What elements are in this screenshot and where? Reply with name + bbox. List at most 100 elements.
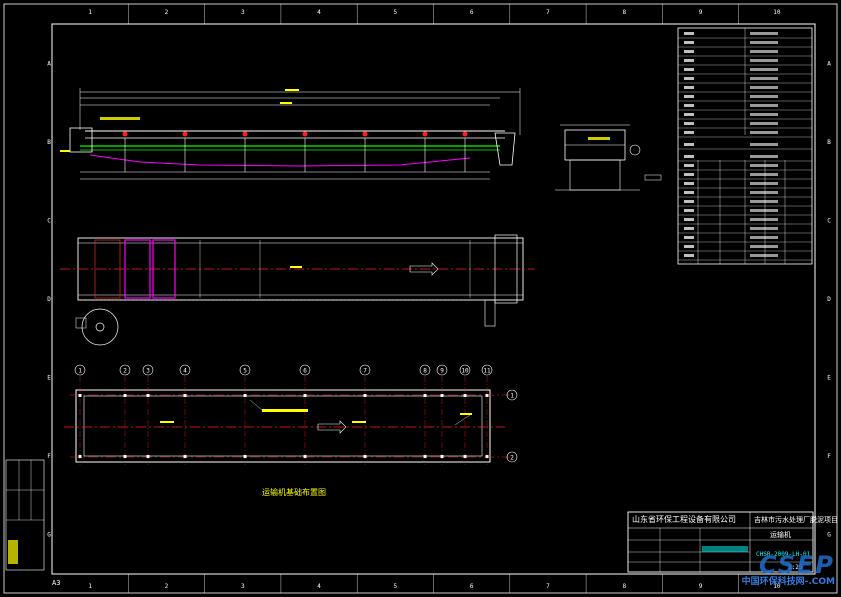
- anchor-bolt: [183, 394, 187, 397]
- table-cell-mark: [750, 173, 778, 176]
- grid-number-top: 4: [317, 9, 321, 16]
- table-cell-mark: [750, 104, 778, 107]
- table-cell-mark: [684, 95, 694, 98]
- table-cell-mark: [750, 227, 778, 230]
- grid-letter-right: C: [827, 217, 831, 224]
- table-cell-mark: [750, 209, 778, 212]
- table-cell-mark: [684, 191, 694, 194]
- table-cell-mark: [684, 173, 694, 176]
- table-cell-mark: [684, 209, 694, 212]
- sheet-size: A3: [52, 579, 61, 587]
- table-cell-mark: [684, 59, 694, 62]
- grid-letter-left: E: [47, 375, 51, 382]
- foundation-plan: 1 2 3 4 5 6 7 8 9 10 1112: [64, 364, 518, 465]
- table-cell-mark: [750, 77, 778, 80]
- table-cell-mark: [684, 68, 694, 71]
- anchor-bolt: [123, 394, 127, 397]
- anchor-bolt: [485, 455, 489, 458]
- plan-axis-label: 11: [483, 368, 491, 375]
- watermark-logo: CSEP: [758, 551, 835, 579]
- plan-axis-label: 4: [183, 368, 187, 375]
- table-cell-mark: [684, 218, 694, 221]
- table-cell-mark: [750, 41, 778, 44]
- table-cell-mark: [750, 86, 778, 89]
- table-cell-mark: [750, 143, 778, 146]
- table-cell-mark: [750, 113, 778, 116]
- table-cell-mark: [684, 227, 694, 230]
- table-cell-mark: [684, 245, 694, 248]
- table-cell-mark: [684, 236, 694, 239]
- parameter-table: [677, 27, 813, 265]
- table-cell-mark: [684, 113, 694, 116]
- table-cell-mark: [684, 254, 694, 257]
- table-cell-mark: [684, 131, 694, 134]
- table-cell-mark: [750, 59, 778, 62]
- table-cell-mark: [684, 200, 694, 203]
- grid-number-bottom: 4: [317, 583, 321, 590]
- bottom-grid-labels: 1 2 3 4 5 6 7 8 9 10: [88, 574, 781, 593]
- anchor-bolt: [303, 455, 307, 458]
- anchor-bolt: [440, 394, 444, 397]
- right-grid-labels: A B C D E F G: [827, 60, 831, 538]
- grid-number-top: 2: [165, 9, 169, 16]
- anchor-bolt: [243, 455, 247, 458]
- grid-number-top: 6: [470, 9, 474, 16]
- table-cell-mark: [684, 77, 694, 80]
- plan-axis-label: 6: [303, 368, 307, 375]
- anchor-bolt: [146, 455, 150, 458]
- anchor-bolt: [303, 394, 307, 397]
- table-cell-mark: [684, 143, 694, 146]
- watermark: CSEP 中国环保科技网-.COM: [742, 553, 835, 587]
- plan-row-label: 1: [510, 393, 514, 400]
- anchor-bolt: [146, 394, 150, 397]
- table-cell-mark: [684, 104, 694, 107]
- table-cell-mark: [750, 191, 778, 194]
- plan-axis-label: 8: [423, 368, 427, 375]
- grid-letter-right: D: [827, 296, 831, 303]
- top-plan-view: [60, 234, 535, 346]
- grid-number-bottom: 5: [394, 583, 398, 590]
- table-cell-mark: [750, 236, 778, 239]
- table-cell-mark: [750, 131, 778, 134]
- grid-number-top: 10: [773, 9, 781, 16]
- grid-letter-left: F: [47, 453, 51, 460]
- grid-number-bottom: 8: [622, 583, 626, 590]
- table-cell-mark: [750, 164, 778, 167]
- table-cell-mark: [684, 182, 694, 185]
- grid-number-bottom: 3: [241, 583, 245, 590]
- anchor-bolt: [463, 394, 467, 397]
- top-grid-labels: 1 2 3 4 5 6 7 8 9 10: [88, 4, 781, 24]
- side-elevation-view: [60, 88, 521, 180]
- drawing-title: 运输机: [770, 531, 791, 539]
- grid-letter-left: A: [47, 60, 51, 67]
- anchor-bolt: [123, 455, 127, 458]
- grid-letter-left: G: [47, 532, 51, 539]
- grid-number-top: 5: [394, 9, 398, 16]
- grid-letter-right: E: [827, 375, 831, 382]
- grid-number-bottom: 2: [165, 583, 169, 590]
- grid-number-top: 9: [699, 9, 703, 16]
- company-name: 山东省环保工程设备有限公司: [632, 515, 736, 524]
- anchor-bolt: [183, 455, 187, 458]
- grid-number-bottom: 1: [88, 583, 92, 590]
- table-cell-mark: [684, 155, 694, 158]
- grid-number-bottom: 6: [470, 583, 474, 590]
- plan-axis-label: 7: [363, 368, 367, 375]
- table-cell-mark: [750, 68, 778, 71]
- grid-number-top: 1: [88, 9, 92, 16]
- anchor-bolt: [463, 455, 467, 458]
- anchor-bolt: [363, 455, 367, 458]
- table-cell-mark: [684, 122, 694, 125]
- grid-letter-right: G: [827, 532, 831, 539]
- grid-number-top: 8: [622, 9, 626, 16]
- table-cell-mark: [684, 41, 694, 44]
- table-cell-mark: [750, 182, 778, 185]
- grid-letter-left: B: [47, 139, 51, 146]
- project-name: 吉林市污水处理厂脱泥项目: [754, 516, 838, 524]
- anchor-bolt: [363, 394, 367, 397]
- grid-number-top: 3: [241, 9, 245, 16]
- inner-frame: [51, 23, 816, 575]
- anchor-bolt: [440, 455, 444, 458]
- table-cell-mark: [684, 164, 694, 167]
- table-cell-mark: [750, 200, 778, 203]
